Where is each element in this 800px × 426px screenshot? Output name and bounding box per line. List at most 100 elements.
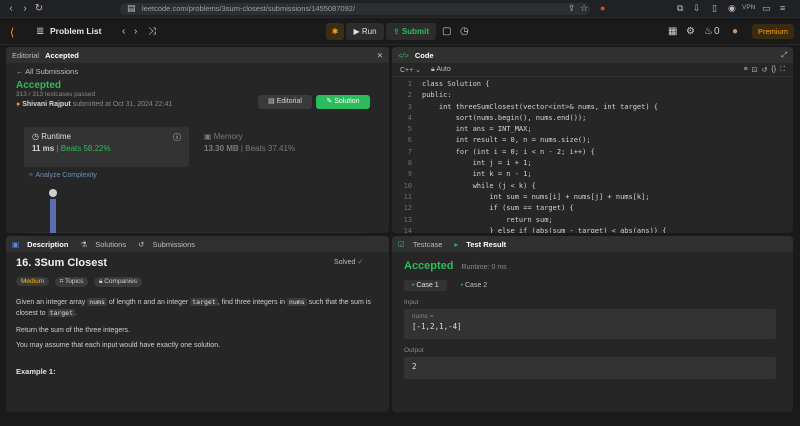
code-line[interactable]: 11 int sum = nums[i] + nums[j] + nums[k]… — [392, 192, 793, 203]
solved-indicator: Solved ✓ — [334, 259, 364, 266]
tab-testcase[interactable]: ☑ Testcase — [398, 240, 448, 249]
code-line[interactable]: 5 int ans = INT_MAX; — [392, 124, 793, 135]
braces-icon[interactable]: {} — [771, 66, 776, 73]
case-2-tab[interactable]: • Case 2 — [453, 280, 496, 291]
tab-solutions[interactable]: ⚗ Solutions — [80, 240, 132, 249]
difficulty-badge[interactable]: Medium — [16, 277, 50, 286]
submit-label: Submit — [401, 27, 430, 36]
code-line[interactable]: 3 int threeSumClosest(vector<int>& nums,… — [392, 102, 793, 113]
memory-card[interactable]: ▣ Memory 13.30 MB | Beats 37.41% — [196, 127, 361, 167]
code-text: return sum; — [422, 215, 553, 224]
notes-icon[interactable]: ▢ — [442, 26, 451, 37]
description-tabs: ▣ Description ⚗ Solutions ↺ Submissions — [6, 236, 389, 252]
output-box[interactable]: 2 — [404, 357, 776, 379]
runtime-card[interactable]: ◷ Runtime ⓘ 11 ms | Beats 58.22% — [24, 127, 189, 167]
tab-accepted[interactable]: Accepted — [45, 51, 79, 60]
close-tab-icon[interactable]: ✕ — [377, 51, 383, 60]
result-runtime: Runtime: 0 ms — [461, 264, 507, 271]
topics-chip[interactable]: ⌗ Topics — [54, 277, 89, 287]
code-line[interactable]: 4 sort(nums.begin(), nums.end()); — [392, 113, 793, 124]
info-icon[interactable]: ⓘ — [173, 132, 181, 143]
tab-test-result[interactable]: ▸ Test Result — [454, 240, 512, 249]
all-submissions-link[interactable]: ← All Submissions — [16, 67, 379, 76]
coins-count: 0 — [714, 26, 720, 37]
analyze-complexity-link[interactable]: ✧ Analyze Complexity — [28, 171, 97, 179]
code-line[interactable]: 10 while (j < k) { — [392, 181, 793, 192]
problem-statement: Given an integer array nums of length n … — [16, 298, 371, 317]
prev-problem-icon[interactable]: ‹ — [122, 26, 125, 37]
forward-icon[interactable]: › — [18, 3, 32, 14]
code-line[interactable]: 14 } else if (abs(sum - target) < abs(an… — [392, 226, 793, 233]
auto-mode-toggle[interactable]: 🔒︎ Auto — [431, 66, 451, 74]
run-button[interactable]: ▶ Run — [346, 23, 384, 40]
code-line[interactable]: 12 if (sum == target) { — [392, 203, 793, 214]
code-editor[interactable]: 1 class Solution {2 public: 3 int threeSumC… — [392, 77, 793, 233]
submit-button[interactable]: ⇪ Submit — [386, 23, 436, 40]
code-line[interactable]: 8 int j = i + 1; — [392, 158, 793, 169]
extensions-icon[interactable]: ⧉ — [677, 3, 683, 14]
menu-icon[interactable]: ≡ — [780, 3, 785, 13]
code-text: while (j < k) { — [422, 181, 536, 190]
runtime-distribution-chart — [26, 189, 366, 233]
debug-button[interactable]: ✱ — [326, 23, 344, 40]
reset-icon[interactable]: ↺ — [762, 66, 768, 74]
tab-editorial[interactable]: Editorial — [12, 51, 39, 60]
next-problem-icon[interactable]: › — [134, 26, 137, 37]
vpn-label[interactable]: VPN — [742, 4, 755, 11]
problem-list-link[interactable]: Problem List — [50, 26, 101, 36]
maximize-icon[interactable]: ⤢ — [781, 50, 787, 60]
solution-button[interactable]: ✎ Solution — [316, 95, 370, 109]
downloads-icon[interactable]: ⇩ — [693, 3, 701, 14]
browser-toolbar: ‹ › ↻ leetcode.com/problems/3sum-closest… — [0, 0, 800, 18]
reload-icon[interactable]: ↻ — [32, 3, 46, 14]
bookmark-icon[interactable]: ☆ — [580, 3, 588, 14]
extension-icon[interactable]: ● — [600, 3, 605, 13]
line-number: 5 — [407, 125, 412, 134]
cloud-upload-icon: ⇪ — [392, 27, 402, 36]
share-icon[interactable]: ⇪ — [568, 3, 576, 14]
streak-icon[interactable]: ♨ — [704, 26, 713, 37]
checkbox-icon: ☑ — [398, 239, 407, 249]
submission-tabs: Editorial Accepted ✕ — [6, 47, 389, 63]
tab-submissions[interactable]: ↺ Submissions — [138, 240, 201, 249]
leetcode-logo-icon[interactable]: ⟨ — [10, 26, 14, 39]
code-line[interactable]: 6 int result = 0, n = nums.size(); — [392, 135, 793, 146]
editor-toolbar: C++ ⌄ 🔒︎ Auto ≡ ⊡ ↺ {} ⛶ — [392, 63, 793, 77]
line-number: 7 — [407, 147, 412, 156]
submission-panel: Editorial Accepted ✕ ← All Submissions A… — [6, 47, 389, 233]
page-info-icon[interactable]: ▤ — [127, 3, 136, 14]
companies-chip[interactable]: 🔒︎ Companies — [93, 277, 143, 287]
back-icon[interactable]: ‹ — [4, 3, 18, 14]
code-line[interactable]: 13 return sum; — [392, 215, 793, 226]
layout-icon[interactable]: ▦ — [668, 26, 677, 37]
avatar[interactable]: ● — [732, 26, 738, 37]
premium-button[interactable]: Premium — [752, 24, 794, 39]
tab-description[interactable]: ▣ Description — [12, 240, 74, 249]
problem-list-icon[interactable]: ≣ — [36, 26, 44, 37]
fullscreen-icon[interactable]: ⛶ — [780, 66, 785, 74]
code-panel-header: </> Code ⤢ — [392, 47, 793, 63]
run-label: Run — [361, 27, 377, 36]
sidebar-icon[interactable]: ▯ — [712, 3, 717, 14]
editorial-button[interactable]: ▤ Editorial — [258, 95, 312, 109]
code-line[interactable]: 7 for (int i = 0; i < n - 2; i++) { — [392, 147, 793, 158]
runtime-value: 11 ms — [32, 144, 55, 153]
problem-title: 16. 3Sum Closest — [16, 257, 108, 269]
settings-icon[interactable]: ⚙ — [686, 26, 695, 37]
address-bar[interactable]: leetcode.com/problems/3sum-closest/submi… — [120, 3, 590, 15]
bookmark-code-icon[interactable]: ⊡ — [752, 66, 758, 74]
code-line[interactable]: 2 public: — [392, 90, 793, 101]
profile-icon[interactable]: ◉ — [728, 3, 736, 14]
bug-icon: ✱ — [331, 27, 339, 36]
case-1-tab[interactable]: • Case 1 — [404, 280, 447, 291]
timer-icon[interactable]: ◷ — [460, 26, 469, 37]
language-select[interactable]: C++ ⌄ — [400, 66, 421, 74]
format-icon[interactable]: ≡ — [744, 66, 748, 73]
author-name[interactable]: Shivani Rajput — [22, 101, 71, 108]
code-line[interactable]: 9 int k = n - 1; — [392, 169, 793, 180]
input-box[interactable]: nums = [-1,2,1,-4] — [404, 309, 776, 339]
shuffle-icon[interactable]: ⤨ — [148, 26, 156, 37]
code-icon: </> — [398, 50, 409, 60]
code-line[interactable]: 1 class Solution { — [392, 79, 793, 90]
code-text: int j = i + 1; — [422, 159, 532, 168]
